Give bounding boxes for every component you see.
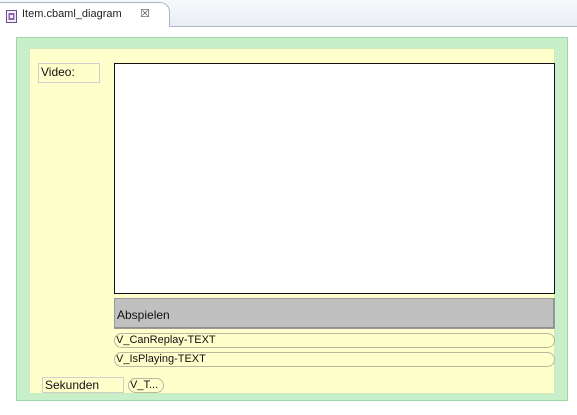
diagram-file-icon [6, 8, 17, 23]
video-item-panel[interactable]: Video: Abspielen V_CanReplay-TEXT V_IsPl… [29, 48, 555, 394]
video-display-area[interactable] [114, 63, 555, 294]
can-replay-text-field[interactable]: V_CanReplay-TEXT [114, 333, 555, 348]
editor-tab-item-cbaml-diagram[interactable]: Item.cbaml_diagram ☒ [0, 2, 170, 27]
seconds-text-field[interactable]: V_T... [128, 378, 164, 393]
seconds-label[interactable]: Sekunden [42, 377, 124, 393]
diagram-canvas[interactable]: Video: Abspielen V_CanReplay-TEXT V_IsPl… [0, 27, 577, 415]
video-label[interactable]: Video: [38, 63, 100, 83]
close-icon[interactable]: ☒ [140, 7, 150, 20]
outer-container-frame[interactable]: Video: Abspielen V_CanReplay-TEXT V_IsPl… [16, 37, 568, 401]
play-button[interactable]: Abspielen [114, 298, 555, 329]
tab-title: Item.cbaml_diagram [22, 8, 122, 20]
is-playing-text-field[interactable]: V_IsPlaying-TEXT [114, 352, 555, 367]
